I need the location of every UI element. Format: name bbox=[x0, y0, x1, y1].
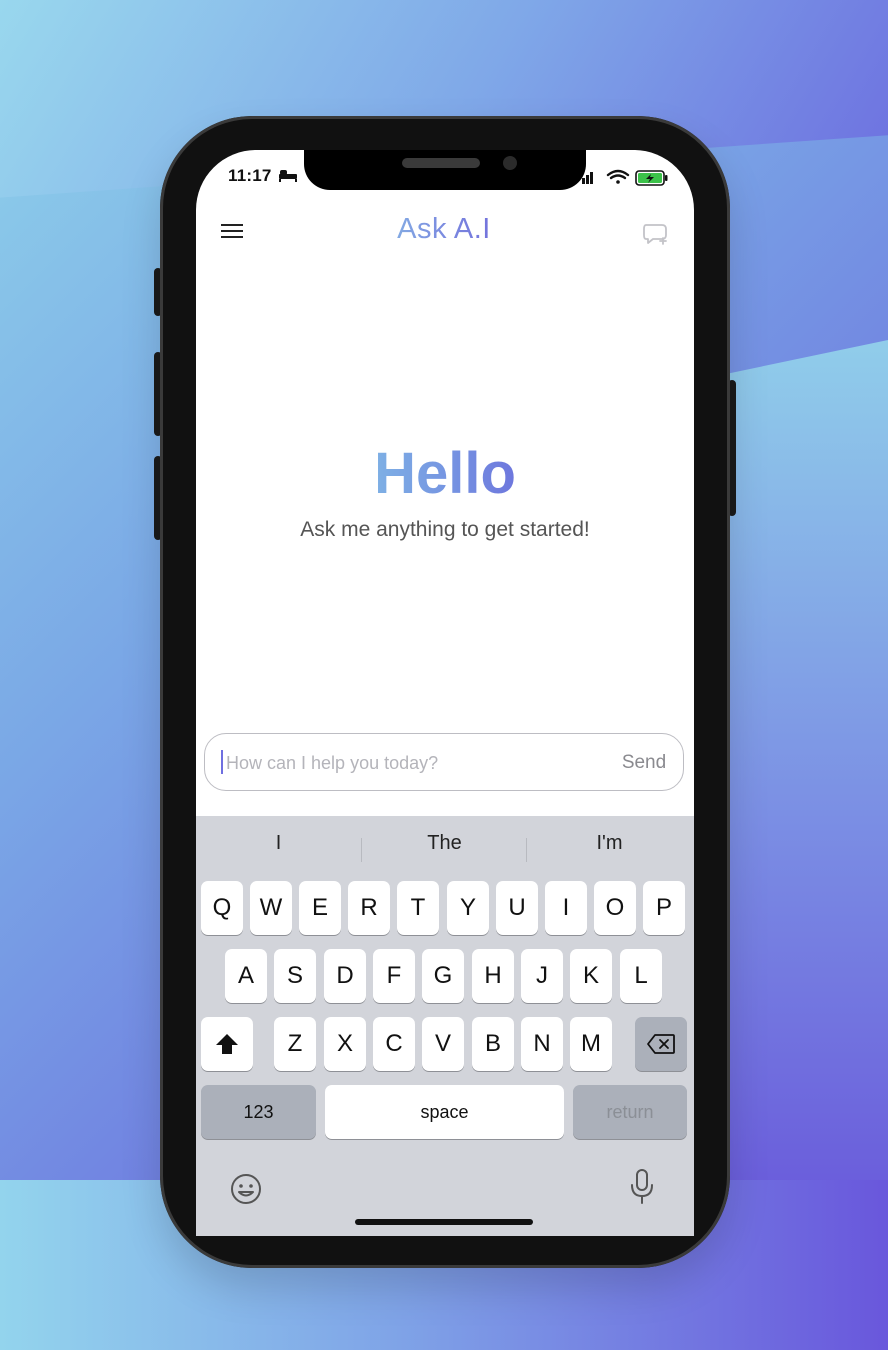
key-v[interactable]: V bbox=[422, 1017, 464, 1071]
key-k[interactable]: K bbox=[570, 949, 612, 1003]
key-d[interactable]: D bbox=[324, 949, 366, 1003]
status-indicators bbox=[582, 169, 668, 186]
backspace-icon bbox=[647, 1034, 675, 1054]
key-u[interactable]: U bbox=[496, 881, 538, 935]
suggestion-item[interactable]: The bbox=[362, 832, 527, 855]
microphone-icon[interactable] bbox=[628, 1168, 656, 1206]
notch bbox=[304, 150, 586, 190]
key-g[interactable]: G bbox=[422, 949, 464, 1003]
suggestion-item[interactable]: I bbox=[196, 832, 361, 855]
emoji-icon[interactable] bbox=[229, 1172, 263, 1206]
status-time: 11:17 bbox=[228, 166, 272, 185]
key-x[interactable]: X bbox=[324, 1017, 366, 1071]
key-m[interactable]: M bbox=[570, 1017, 612, 1071]
key-c[interactable]: C bbox=[373, 1017, 415, 1071]
space-key[interactable]: space bbox=[325, 1085, 564, 1139]
numbers-key[interactable]: 123 bbox=[201, 1085, 316, 1139]
shift-arrow-icon bbox=[216, 1034, 238, 1054]
shift-key[interactable] bbox=[201, 1017, 253, 1071]
earpiece-speaker bbox=[402, 158, 480, 168]
key-y[interactable]: Y bbox=[447, 881, 489, 935]
key-j[interactable]: J bbox=[521, 949, 563, 1003]
key-a[interactable]: A bbox=[225, 949, 267, 1003]
predictive-suggestions: I The I'm bbox=[196, 832, 694, 866]
key-s[interactable]: S bbox=[274, 949, 316, 1003]
key-w[interactable]: W bbox=[250, 881, 292, 935]
signal-icon bbox=[582, 172, 593, 184]
message-input[interactable] bbox=[226, 750, 606, 776]
hamburger-menu-icon[interactable] bbox=[221, 224, 243, 242]
hello-heading: Hello bbox=[300, 440, 590, 507]
welcome-subtitle: Ask me anything to get started! bbox=[300, 518, 590, 541]
key-f[interactable]: F bbox=[373, 949, 415, 1003]
key-i[interactable]: I bbox=[545, 881, 587, 935]
key-h[interactable]: H bbox=[472, 949, 514, 1003]
send-button[interactable]: Send bbox=[612, 752, 676, 774]
suggestion-item[interactable]: I'm bbox=[527, 832, 692, 855]
key-n[interactable]: N bbox=[521, 1017, 563, 1071]
key-e[interactable]: E bbox=[299, 881, 341, 935]
key-t[interactable]: T bbox=[397, 881, 439, 935]
key-o[interactable]: O bbox=[594, 881, 636, 935]
app-title: Ask A.I bbox=[344, 213, 544, 246]
text-cursor bbox=[221, 750, 223, 774]
key-q[interactable]: Q bbox=[201, 881, 243, 935]
delete-key[interactable] bbox=[635, 1017, 687, 1071]
sleep-mode-icon bbox=[279, 170, 297, 182]
wifi-icon bbox=[606, 169, 630, 184]
return-key[interactable]: return bbox=[573, 1085, 687, 1139]
key-b[interactable]: B bbox=[472, 1017, 514, 1071]
new-chat-icon[interactable] bbox=[642, 222, 670, 246]
front-camera bbox=[503, 156, 517, 170]
home-indicator[interactable] bbox=[355, 1219, 533, 1225]
key-p[interactable]: P bbox=[643, 881, 685, 935]
battery-icon bbox=[635, 170, 668, 186]
key-z[interactable]: Z bbox=[274, 1017, 316, 1071]
key-l[interactable]: L bbox=[620, 949, 662, 1003]
key-r[interactable]: R bbox=[348, 881, 390, 935]
